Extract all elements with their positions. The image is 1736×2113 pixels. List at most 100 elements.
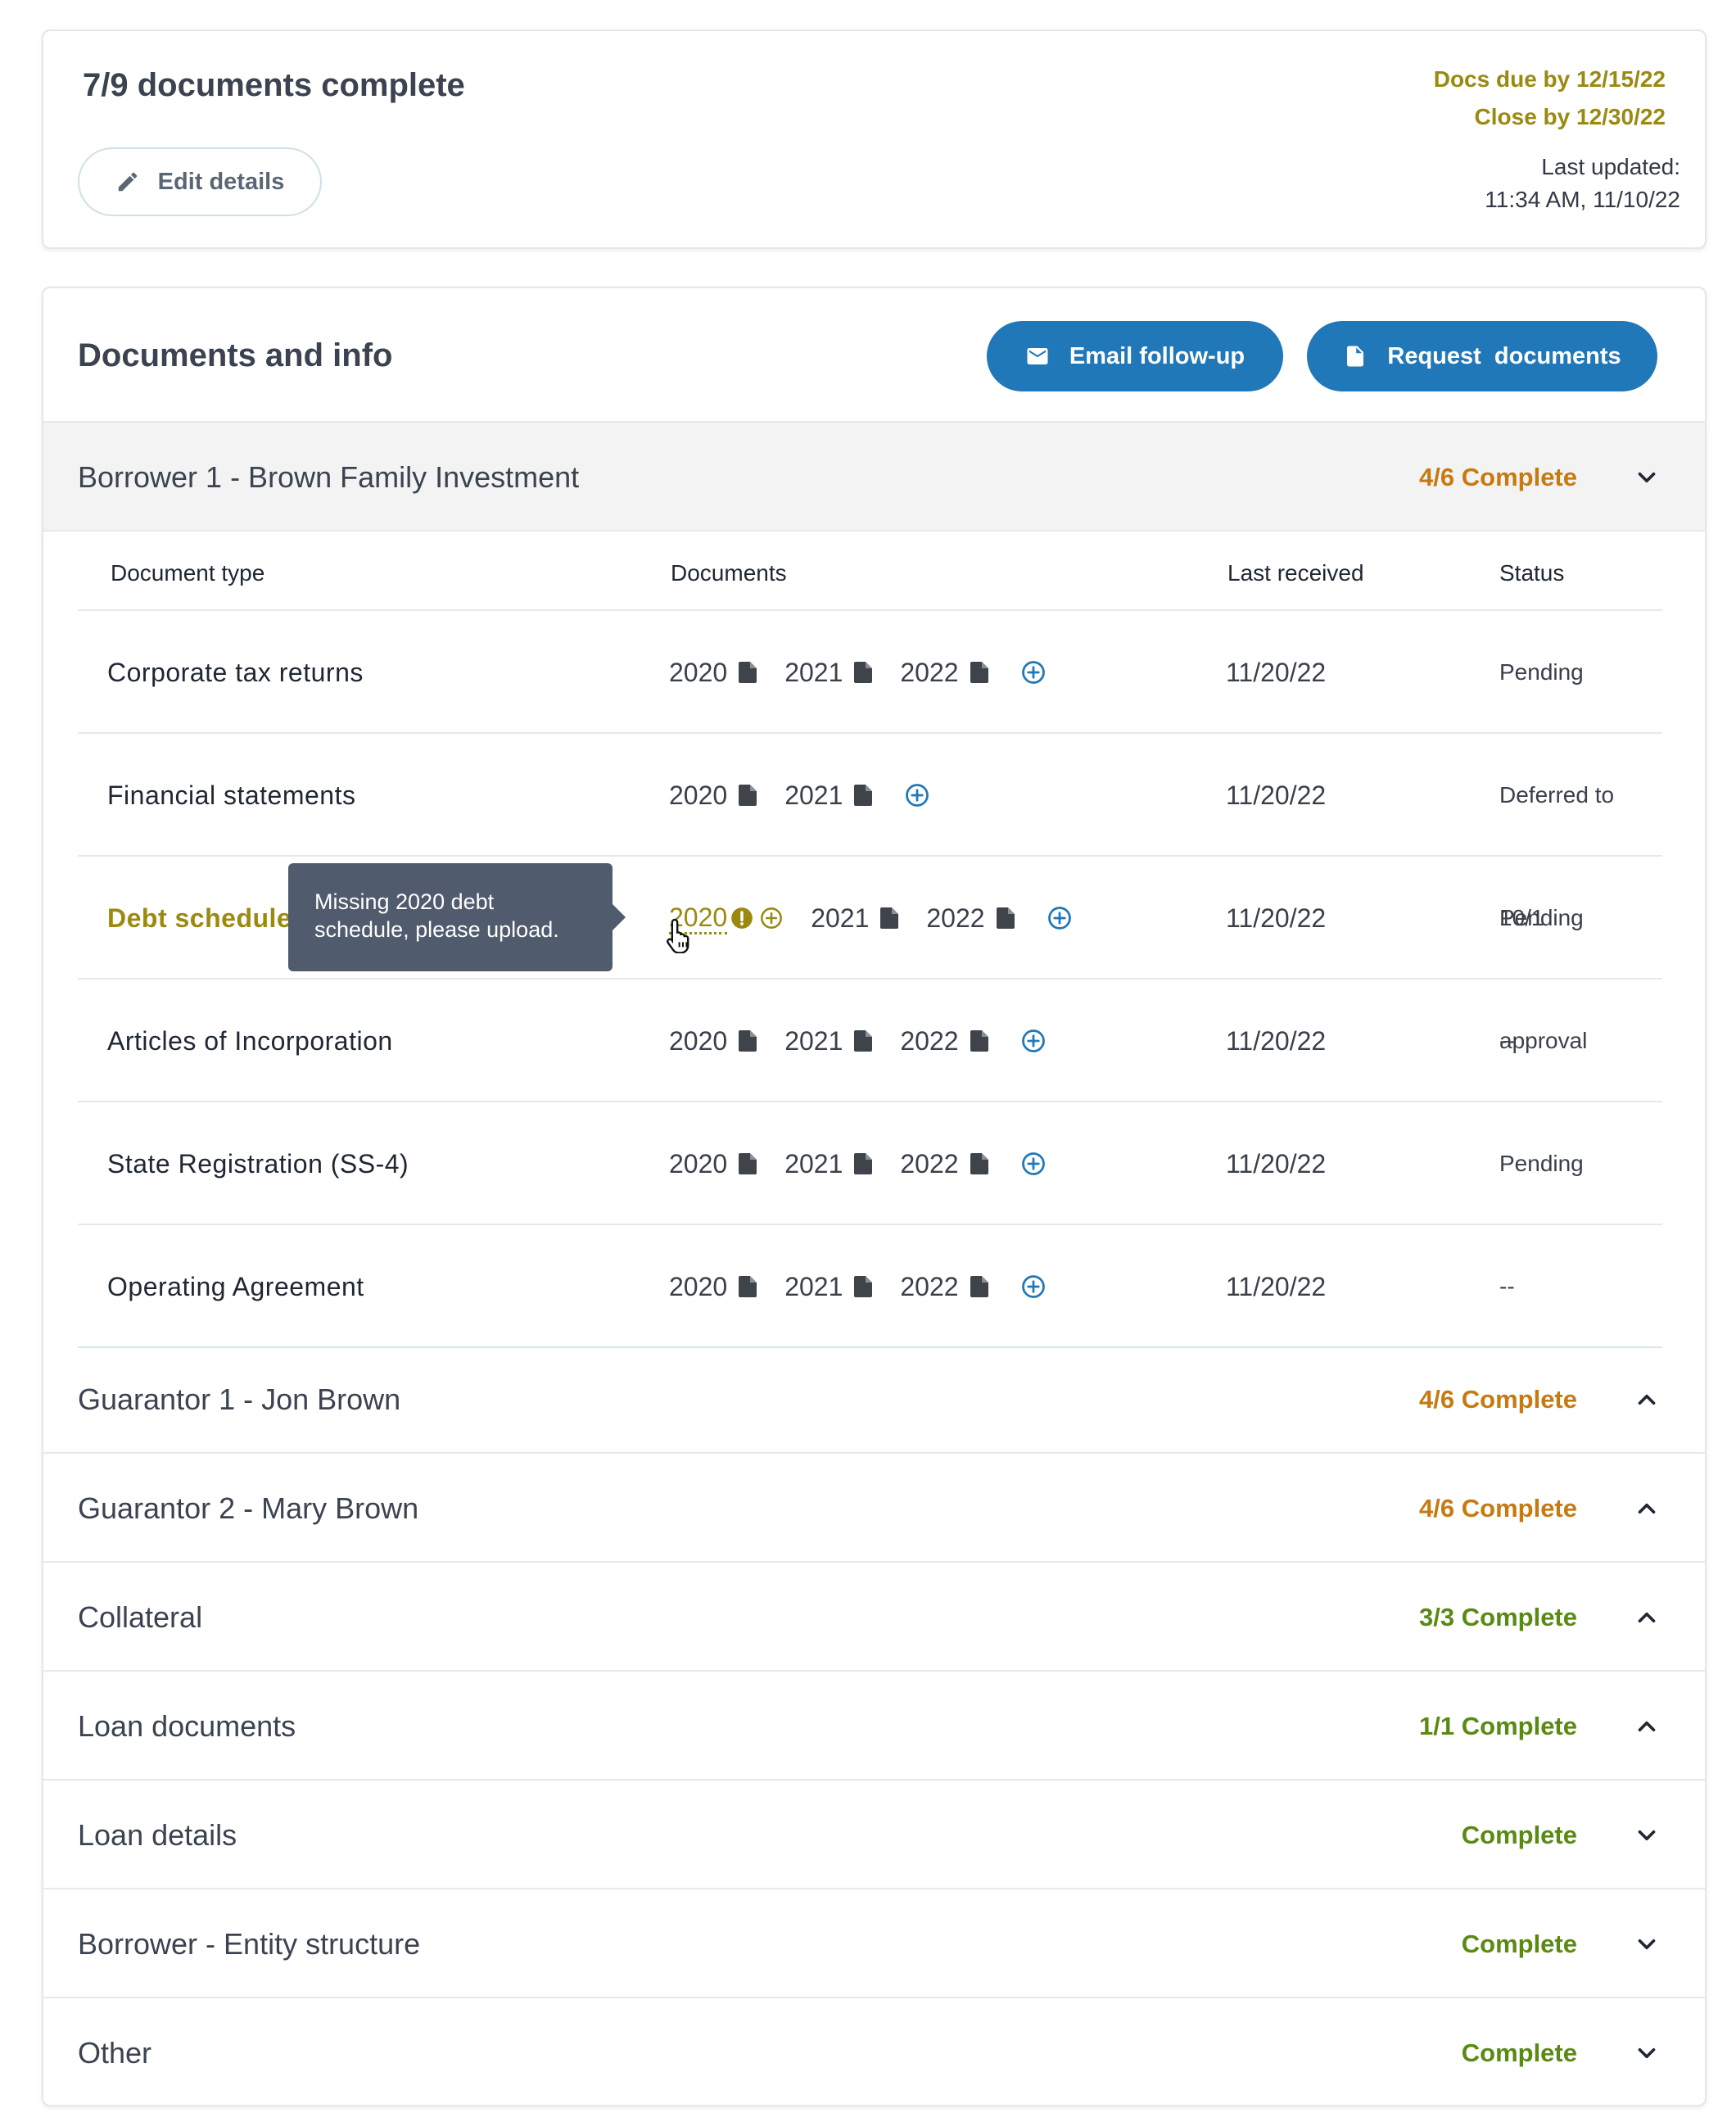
document-item[interactable]: 2020 [669, 1272, 757, 1302]
chevron-up-icon[interactable] [1633, 1713, 1661, 1740]
header-status: Status [1499, 560, 1565, 586]
request-documents-button[interactable]: Request documents [1307, 321, 1657, 391]
add-document-icon[interactable] [1021, 660, 1046, 685]
last-received-date: 11/20/22 [1226, 780, 1327, 810]
file-icon[interactable] [739, 785, 757, 806]
last-updated: Last updated: 11:34 AM, 11/10/22 [1485, 151, 1680, 216]
document-year[interactable]: 2021 [811, 903, 869, 934]
section-label: Borrower 1 - Brown Family Investment [78, 460, 580, 494]
section-row[interactable]: Loan details Complete [43, 1780, 1705, 1889]
document-item[interactable]: 2022 [900, 1026, 988, 1056]
document-item[interactable]: 2022 [926, 903, 1015, 934]
section-status: 1/1 Complete [1419, 1712, 1577, 1740]
document-type: Articles of Incorporation [107, 1026, 393, 1056]
document-year[interactable]: 2020 [669, 780, 727, 811]
section-row[interactable]: Guarantor 2 - Mary Brown 4/6 Complete [43, 1454, 1705, 1563]
documents-list: 2020 2021 [669, 734, 929, 857]
document-year[interactable]: 2020 [669, 658, 727, 688]
chevron-up-icon[interactable] [1633, 1495, 1661, 1523]
documents-list: 2020 2021 2022 [669, 857, 1072, 980]
last-received-date: 11/20/22 [1226, 1026, 1327, 1056]
edit-details-button[interactable]: Edit details [78, 147, 322, 216]
section-status: 3/3 Complete [1419, 1603, 1577, 1631]
document-item[interactable]: 2022 [900, 1149, 988, 1179]
documents-header: Documents and info Email follow-up Reque… [43, 288, 1705, 423]
document-item[interactable]: 2021 [784, 1149, 873, 1179]
file-icon[interactable] [739, 662, 757, 683]
document-item[interactable]: 2020 [669, 1149, 757, 1179]
chevron-down-icon[interactable] [1633, 464, 1661, 491]
email-follow-up-button[interactable]: Email follow-up [987, 321, 1283, 391]
table-row: Articles of Incorporation 2020 2021 2022 11/… [78, 980, 1662, 1102]
document-item[interactable]: 2021 [784, 780, 873, 811]
document-status: -- [1499, 1028, 1515, 1053]
chevron-down-icon[interactable] [1633, 1930, 1661, 1958]
document-year[interactable]: 2022 [900, 1149, 958, 1179]
file-icon[interactable] [854, 1153, 873, 1174]
section-row[interactable]: Borrower - Entity structure Complete [43, 1889, 1705, 1998]
document-year[interactable]: 2022 [900, 658, 958, 688]
section-row[interactable]: Loan documents 1/1 Complete [43, 1672, 1705, 1780]
document-item[interactable]: 2022 [900, 1272, 988, 1302]
table-header: Document type Documents Last received St… [78, 532, 1662, 611]
file-icon[interactable] [970, 1276, 988, 1297]
document-year[interactable]: 2021 [784, 1272, 843, 1302]
file-icon[interactable] [854, 1276, 873, 1297]
add-document-icon[interactable] [1021, 1029, 1046, 1053]
document-year[interactable]: 2021 [784, 1026, 843, 1056]
chevron-up-icon[interactable] [1633, 1386, 1661, 1414]
document-item[interactable]: 2020 [669, 1026, 757, 1056]
file-icon[interactable] [854, 1030, 873, 1052]
last-received-date: 11/20/22 [1226, 1272, 1327, 1301]
file-icon[interactable] [854, 785, 873, 806]
document-year[interactable]: 2021 [784, 1149, 843, 1179]
document-item[interactable]: 2021 [784, 658, 873, 688]
section-row[interactable]: Other Complete [43, 1998, 1705, 2105]
section-row[interactable]: Collateral 3/3 Complete [43, 1563, 1705, 1672]
file-icon[interactable] [970, 1030, 988, 1052]
document-item[interactable]: 2021 [811, 903, 899, 934]
document-item[interactable]: 2020 [669, 658, 757, 688]
section-borrower-1[interactable]: Borrower 1 - Brown Family Investment 4/6… [43, 423, 1705, 532]
chevron-up-icon[interactable] [1633, 1604, 1661, 1631]
chevron-down-icon[interactable] [1633, 2039, 1661, 2067]
document-year[interactable]: 2021 [784, 780, 843, 811]
file-icon[interactable] [739, 1153, 757, 1174]
documents-card: Documents and info Email follow-up Reque… [42, 287, 1707, 2106]
document-year[interactable]: 2022 [900, 1026, 958, 1056]
add-document-icon[interactable] [1021, 1274, 1046, 1299]
document-item[interactable]: 2021 [784, 1272, 873, 1302]
section-row[interactable]: Guarantor 1 - Jon Brown 4/6 Complete [43, 1345, 1705, 1454]
header-document-type: Document type [111, 560, 265, 586]
file-icon[interactable] [970, 662, 988, 683]
file-icon[interactable] [996, 907, 1015, 929]
add-document-icon[interactable] [1047, 906, 1072, 930]
add-missing-document-icon[interactable] [760, 907, 783, 930]
alert-icon [731, 907, 753, 929]
file-icon[interactable] [739, 1276, 757, 1297]
add-document-icon[interactable] [1021, 1152, 1046, 1176]
tooltip-line-2: schedule, please upload. [314, 917, 559, 942]
document-year[interactable]: 2020 [669, 1149, 727, 1179]
section-status: 4/6 Complete [1419, 1494, 1577, 1523]
section-label: Collateral [78, 1600, 203, 1634]
document-icon [1347, 346, 1364, 367]
chevron-down-icon[interactable] [1633, 1821, 1661, 1849]
file-icon[interactable] [739, 1030, 757, 1052]
document-year[interactable]: 2022 [900, 1272, 958, 1302]
document-year[interactable]: 2020 [669, 1026, 727, 1056]
section-label: Loan documents [78, 1709, 296, 1743]
document-year[interactable]: 2021 [784, 658, 843, 688]
due-dates: Docs due by 12/15/22 Close by 12/30/22 [1434, 61, 1666, 136]
document-year[interactable]: 2020 [669, 1272, 727, 1302]
add-document-icon[interactable] [905, 783, 929, 808]
file-icon[interactable] [970, 1153, 988, 1174]
document-type[interactable]: Debt schedule [107, 857, 292, 980]
file-icon[interactable] [880, 907, 899, 929]
document-item[interactable]: 2021 [784, 1026, 873, 1056]
document-item[interactable]: 2022 [900, 658, 988, 688]
document-item[interactable]: 2020 [669, 780, 757, 811]
file-icon[interactable] [854, 662, 873, 683]
documents-list: 2020 2021 2022 [669, 611, 1046, 734]
document-year[interactable]: 2022 [926, 903, 984, 934]
